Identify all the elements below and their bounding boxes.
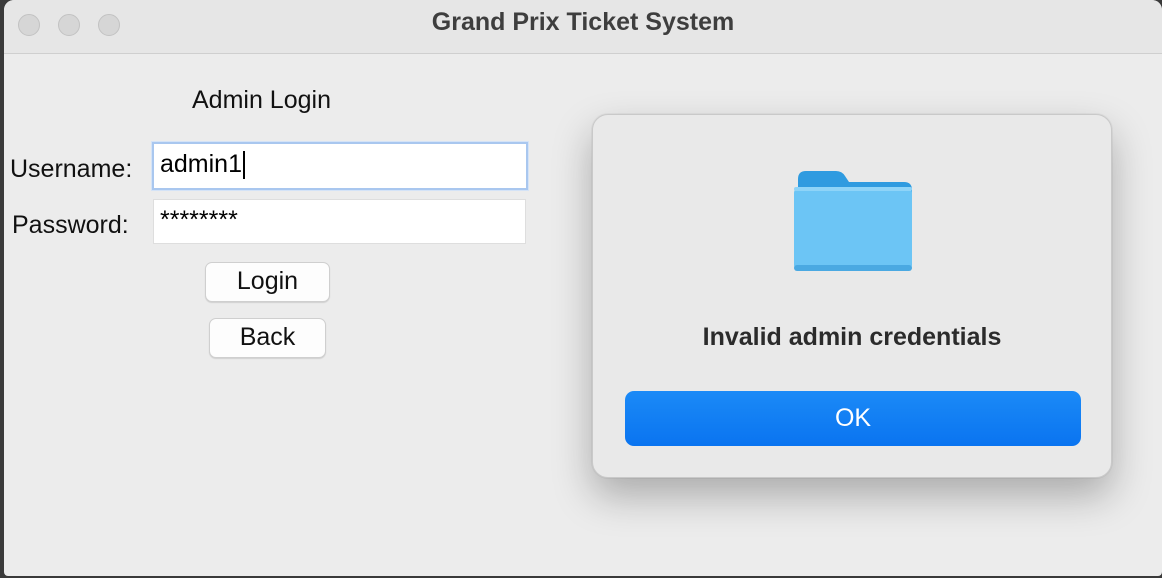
ok-button[interactable]: OK <box>625 391 1081 446</box>
username-label: Username: <box>10 155 133 183</box>
alert-message: Invalid admin credentials <box>702 323 1002 351</box>
username-field[interactable]: admin1 <box>152 142 528 190</box>
text-caret <box>243 151 245 180</box>
back-button[interactable]: Back <box>209 318 326 358</box>
password-field[interactable]: ******** <box>153 199 526 244</box>
password-label: Password: <box>12 211 129 239</box>
app-window: Grand Prix Ticket System Admin Login Use… <box>4 0 1162 576</box>
title-bar: Grand Prix Ticket System <box>4 0 1162 54</box>
login-heading: Admin Login <box>192 86 331 114</box>
window-title: Grand Prix Ticket System <box>431 8 735 36</box>
username-value: admin1 <box>160 150 242 178</box>
login-button[interactable]: Login <box>205 262 330 302</box>
alert-dialog: Invalid admin credentials OK <box>592 114 1112 478</box>
folder-icon <box>794 171 912 271</box>
password-value: ******** <box>160 206 238 234</box>
